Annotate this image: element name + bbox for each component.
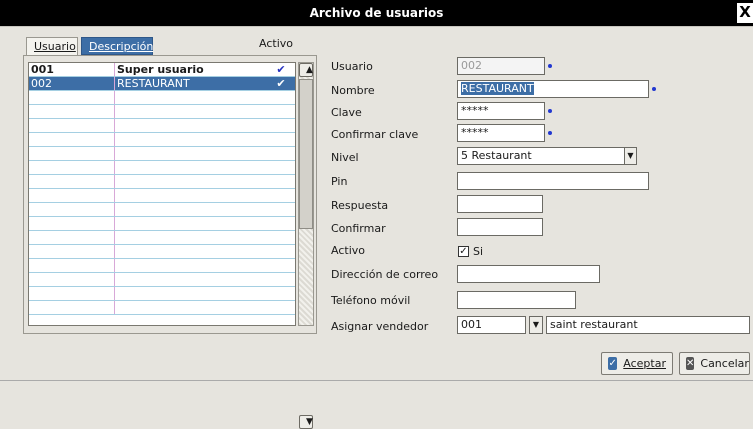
check-icon: ✓ [608, 357, 618, 370]
table-row[interactable] [29, 175, 295, 189]
vendedor-dropdown-icon[interactable]: ▼ [529, 316, 543, 334]
user-grid[interactable]: 001 Super usuario ✔ 002 RESTAURANT ✔ [28, 62, 296, 326]
activo-column-header: Activo [259, 37, 293, 50]
table-row[interactable]: 002 RESTAURANT ✔ [29, 77, 295, 91]
table-row[interactable] [29, 147, 295, 161]
activo-checkbox[interactable]: ✓ [458, 246, 469, 257]
respuesta-field[interactable] [457, 195, 543, 213]
table-row[interactable]: 001 Super usuario ✔ [29, 63, 295, 77]
list-scrollbar[interactable]: ▲ ▼ [298, 62, 314, 429]
table-row[interactable] [29, 287, 295, 301]
confirmar-clave-field[interactable]: ***** [457, 124, 545, 142]
scroll-down-icon[interactable]: ▼ [299, 415, 313, 429]
table-row[interactable] [29, 189, 295, 203]
vendedor-code-field[interactable]: 001 [457, 316, 526, 334]
table-row[interactable] [29, 105, 295, 119]
scroll-up-icon[interactable]: ▲ [299, 63, 313, 77]
usuario-field[interactable]: 002 [457, 57, 545, 75]
chevron-down-icon[interactable]: ▼ [624, 148, 636, 164]
confirmar-label: Confirmar [331, 222, 386, 235]
table-row[interactable] [29, 301, 295, 315]
nombre-field[interactable]: RESTAURANT [457, 80, 649, 98]
telefono-field[interactable] [457, 291, 576, 309]
window-title: Archivo de usuarios [309, 6, 444, 20]
table-row[interactable] [29, 161, 295, 175]
close-icon: ✕ [686, 357, 695, 370]
tab-descripcion[interactable]: Descripción [81, 37, 153, 55]
correo-label: Dirección de correo [331, 268, 439, 281]
table-row[interactable] [29, 231, 295, 245]
pin-label: Pin [331, 175, 348, 188]
checkmark-icon: ✔ [276, 77, 286, 90]
table-row[interactable] [29, 217, 295, 231]
clave-field[interactable]: ***** [457, 102, 545, 120]
usuario-label: Usuario [331, 60, 373, 73]
telefono-label: Teléfono móvil [331, 294, 411, 307]
table-row[interactable] [29, 259, 295, 273]
accept-button[interactable]: ✓ Aceptar [601, 352, 673, 375]
activo-label: Activo [331, 244, 365, 257]
scroll-thumb[interactable] [299, 79, 313, 229]
correo-field[interactable] [457, 265, 600, 283]
cancel-button[interactable]: ✕ Cancelar [679, 352, 750, 375]
table-row[interactable] [29, 245, 295, 259]
table-row[interactable] [29, 273, 295, 287]
tab-usuario[interactable]: Usuario [26, 37, 78, 55]
required-indicator [548, 64, 552, 68]
vendedor-label: Asignar vendedor [331, 320, 429, 333]
activo-checkbox-label: Si [473, 245, 484, 258]
table-row[interactable] [29, 203, 295, 217]
close-icon[interactable]: X [737, 3, 753, 23]
respuesta-label: Respuesta [331, 199, 389, 212]
checkmark-icon: ✔ [276, 63, 286, 76]
table-row[interactable] [29, 119, 295, 133]
nombre-label: Nombre [331, 84, 375, 97]
vendedor-name-field: saint restaurant [546, 316, 750, 334]
clave-label: Clave [331, 106, 362, 119]
required-indicator [652, 87, 656, 91]
nivel-select[interactable]: 5 Restaurant ▼ [457, 147, 637, 165]
required-indicator [548, 109, 552, 113]
required-indicator [548, 131, 552, 135]
table-row[interactable] [29, 133, 295, 147]
confirmar-clave-label: Confirmar clave [331, 128, 419, 141]
title-bar: Archivo de usuarios X [0, 0, 753, 26]
status-bar [0, 380, 753, 389]
pin-field[interactable] [457, 172, 649, 190]
table-row[interactable] [29, 91, 295, 105]
confirmar-field[interactable] [457, 218, 543, 236]
nivel-label: Nivel [331, 151, 359, 164]
